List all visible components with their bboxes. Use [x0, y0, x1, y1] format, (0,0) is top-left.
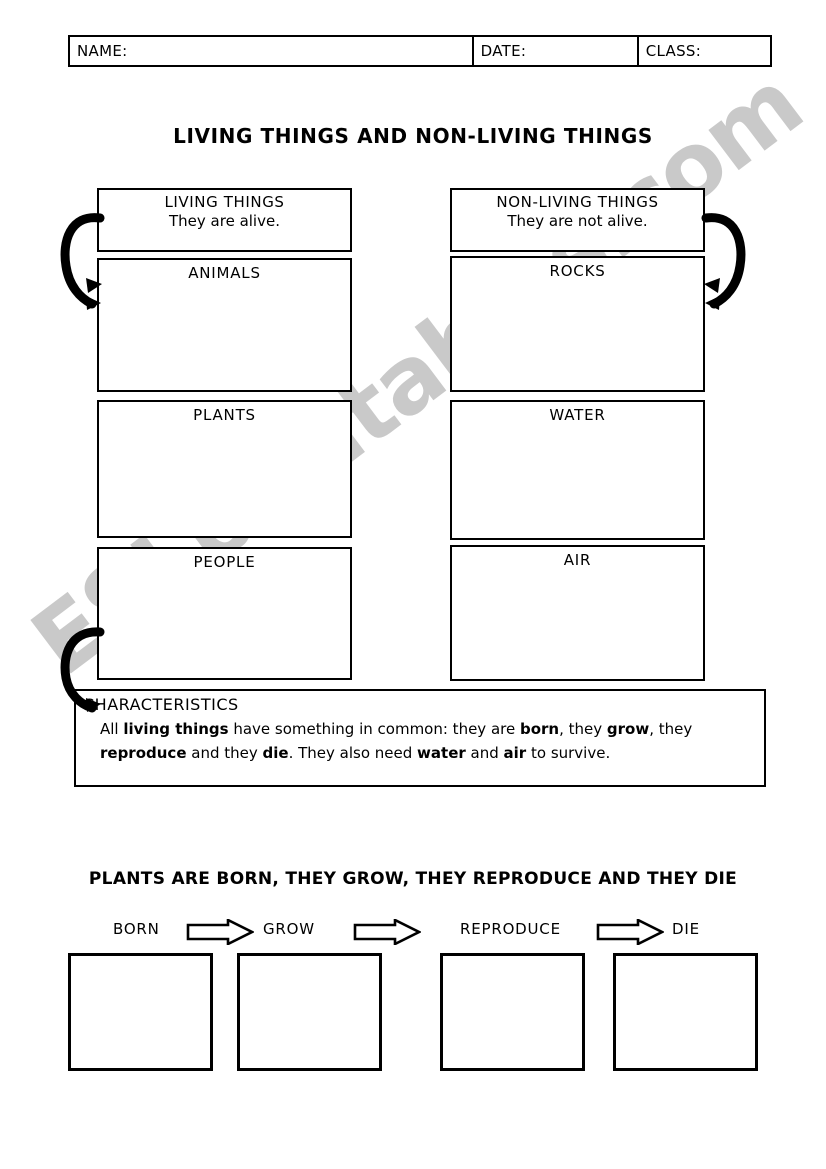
- char-text-7: . They also need: [288, 744, 418, 762]
- category-box-rocks[interactable]: ROCKS: [450, 256, 705, 392]
- char-bold-born: born: [519, 720, 560, 738]
- char-bold-living-things: living things: [123, 720, 229, 738]
- char-bold-grow: grow: [606, 720, 650, 738]
- category-label-plants: PLANTS: [193, 406, 256, 424]
- student-info-table: NAME: DATE: CLASS:: [68, 35, 772, 67]
- loop-arrow-left-bottom: [60, 627, 105, 713]
- drawing-box-grow[interactable]: [237, 953, 382, 1071]
- sequence-label-grow: GROW: [263, 920, 315, 938]
- category-label-water: WATER: [549, 406, 606, 424]
- class-label: CLASS:: [645, 42, 702, 60]
- page-title: LIVING THINGS AND NON-LIVING THINGS: [173, 124, 653, 148]
- living-things-heading: LIVING THINGS: [164, 193, 285, 211]
- drawing-box-die[interactable]: [613, 953, 758, 1071]
- category-label-rocks: ROCKS: [549, 262, 606, 280]
- class-field[interactable]: CLASS:: [639, 37, 770, 65]
- sequence-arrow-1: [186, 919, 254, 945]
- living-things-header-box: LIVING THINGS They are alive.: [97, 188, 352, 252]
- char-text-9: to survive.: [526, 744, 611, 762]
- characteristics-body: All living things have something in comm…: [76, 714, 764, 765]
- char-text-2: have something in common: they are: [228, 720, 520, 738]
- char-text-3: , they: [559, 720, 607, 738]
- loop-arrow-right-top: [701, 213, 746, 310]
- char-text-4: ,: [649, 720, 655, 738]
- char-text-1: All: [100, 720, 124, 738]
- date-label: DATE:: [480, 42, 527, 60]
- characteristics-title: CHARACTERISTICS: [83, 695, 239, 714]
- non-living-things-header-box: NON-LIVING THINGS They are not alive.: [450, 188, 705, 252]
- sequence-label-die: DIE: [672, 920, 700, 938]
- category-label-air: AIR: [563, 551, 592, 569]
- category-box-air[interactable]: AIR: [450, 545, 705, 681]
- loop-arrow-left-top: [60, 213, 105, 310]
- non-living-things-heading: NON-LIVING THINGS: [496, 193, 659, 211]
- living-things-subheading: They are alive.: [169, 212, 280, 230]
- sequence-label-born: BORN: [113, 920, 160, 938]
- char-text-5: they: [658, 720, 693, 738]
- name-field[interactable]: NAME:: [70, 37, 474, 65]
- category-box-animals[interactable]: ANIMALS: [97, 258, 352, 392]
- worksheet-page: ESLprintables.com NAME: DATE: CLASS: LIV…: [0, 0, 826, 1169]
- drawing-box-reproduce[interactable]: [440, 953, 585, 1071]
- char-bold-air: air: [503, 744, 527, 762]
- category-box-people[interactable]: PEOPLE: [97, 547, 352, 680]
- non-living-things-subheading: They are not alive.: [507, 212, 648, 230]
- char-bold-reproduce: reproduce: [100, 744, 187, 762]
- name-label: NAME:: [77, 42, 128, 60]
- category-box-water[interactable]: WATER: [450, 400, 705, 540]
- char-text-8: and: [465, 744, 504, 762]
- sequence-arrow-2: [353, 919, 421, 945]
- characteristics-box: CHARACTERISTICS All living things have s…: [74, 689, 766, 787]
- sequence-title: PLANTS ARE BORN, THEY GROW, THEY REPRODU…: [88, 869, 738, 889]
- char-bold-water: water: [417, 744, 466, 762]
- category-label-animals: ANIMALS: [188, 264, 261, 282]
- category-label-people: PEOPLE: [193, 553, 256, 571]
- category-box-plants[interactable]: PLANTS: [97, 400, 352, 538]
- sequence-label-reproduce: REPRODUCE: [460, 920, 561, 938]
- char-text-6: and they: [186, 744, 263, 762]
- drawing-box-born[interactable]: [68, 953, 213, 1071]
- sequence-row: BORN GROW REPRODUCE DIE: [68, 916, 758, 946]
- char-bold-die: die: [262, 744, 289, 762]
- sequence-arrow-3: [596, 919, 664, 945]
- date-field[interactable]: DATE:: [474, 37, 639, 65]
